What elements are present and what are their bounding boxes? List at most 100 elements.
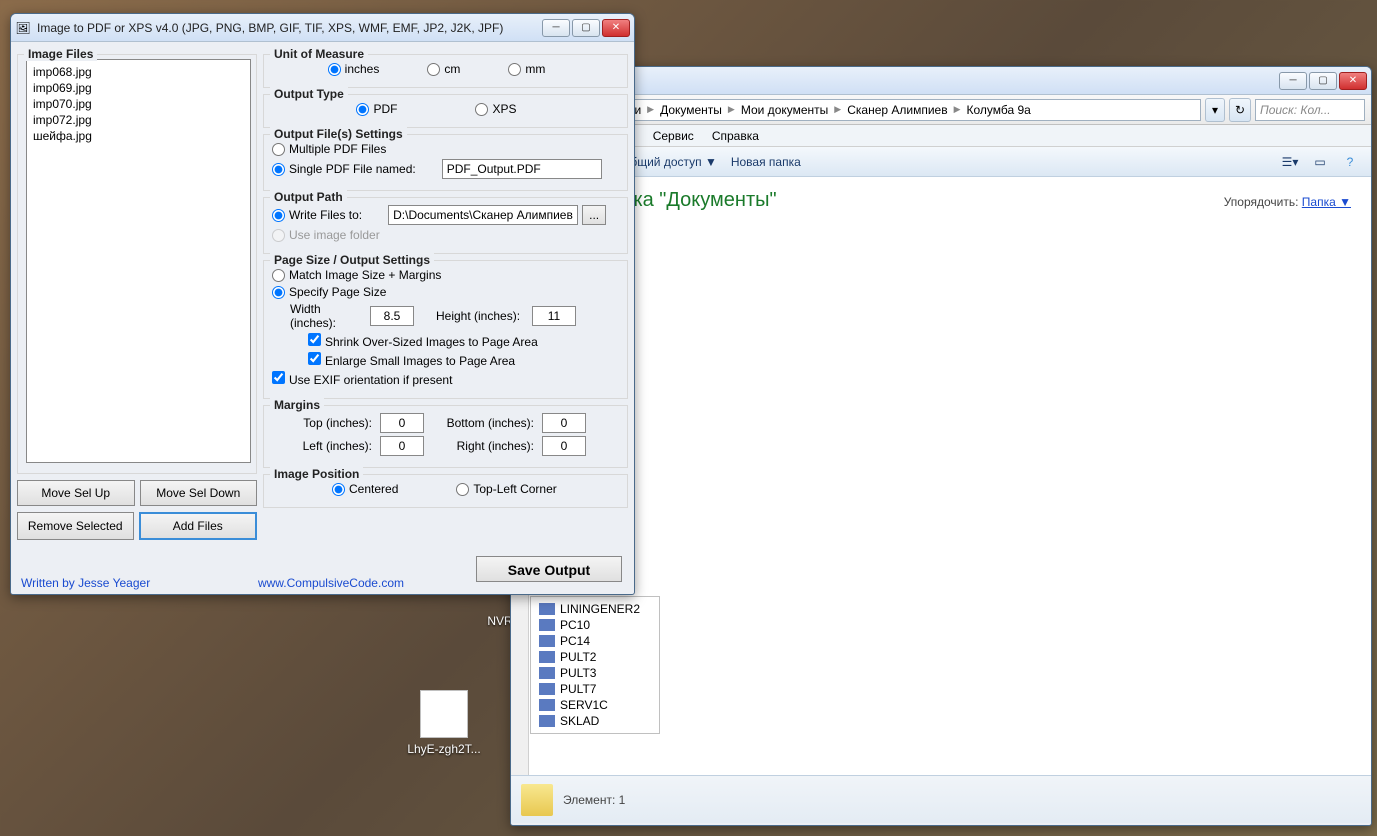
radio-multiple-pdf[interactable]: Multiple PDF Files [272, 142, 386, 156]
radio-top-left[interactable]: Top-Left Corner [456, 482, 556, 496]
radio-single-pdf[interactable]: Single PDF File named: [272, 162, 416, 176]
file-thumb [420, 690, 468, 738]
group-label: Unit of Measure [270, 47, 368, 61]
network-item[interactable]: LININGENER2 [539, 601, 651, 617]
desktop-icon-lhye[interactable]: LhyE-zgh2T... [404, 690, 484, 756]
sort-dropdown[interactable]: Папка ▼ [1302, 195, 1351, 209]
radio-match-size[interactable]: Match Image Size + Margins [272, 268, 441, 282]
radio-mm[interactable]: mm [508, 62, 545, 76]
group-page-size: Page Size / Output Settings Match Image … [263, 260, 628, 399]
network-item[interactable]: PULT7 [539, 681, 651, 697]
breadcrumb[interactable]: иблиотеки▶ Документы▶ Мои документы▶ Ска… [577, 99, 1201, 121]
margin-left-input[interactable] [380, 436, 424, 456]
margin-top-label: Top (inches): [272, 416, 372, 430]
network-item[interactable]: PULT3 [539, 665, 651, 681]
move-down-button[interactable]: Move Sel Down [140, 480, 258, 506]
margin-bottom-input[interactable] [542, 413, 586, 433]
width-input[interactable] [370, 306, 414, 326]
sort-label: Упорядочить: [1224, 195, 1299, 209]
save-output-button[interactable]: Save Output [476, 556, 622, 582]
remove-selected-button[interactable]: Remove Selected [17, 512, 134, 540]
checkbox-shrink[interactable]: Shrink Over-Sized Images to Page Area [308, 333, 538, 349]
group-label: Page Size / Output Settings [270, 253, 434, 267]
maximize-button[interactable]: ▢ [572, 19, 600, 37]
folder-status-icon [521, 784, 553, 816]
radio-label: Multiple PDF Files [289, 142, 386, 156]
browse-button[interactable]: ... [582, 205, 606, 225]
menu-help[interactable]: Справка [712, 129, 759, 143]
app-titlebar[interactable]: 🖼 Image to PDF or XPS v4.0 (JPG, PNG, BM… [11, 14, 634, 42]
network-item[interactable]: SKLAD [539, 713, 651, 729]
menu-service[interactable]: Сервис [653, 129, 694, 143]
list-item[interactable]: imp072.jpg [31, 112, 246, 128]
radio-centered[interactable]: Centered [332, 482, 398, 496]
output-path-input[interactable] [388, 205, 578, 225]
list-item[interactable]: imp070.jpg [31, 96, 246, 112]
radio-pdf[interactable]: PDF [356, 102, 397, 116]
radio-label: inches [345, 62, 380, 76]
list-item[interactable]: imp069.jpg [31, 80, 246, 96]
file-list[interactable]: imp068.jpg imp069.jpg imp070.jpg imp072.… [26, 59, 251, 463]
checkbox-enlarge[interactable]: Enlarge Small Images to Page Area [308, 352, 515, 368]
breadcrumb-seg[interactable]: Документы [660, 103, 722, 117]
network-item[interactable]: PC14 [539, 633, 651, 649]
network-label: PC10 [560, 618, 590, 632]
minimize-button[interactable]: ─ [1279, 72, 1307, 90]
app-window: 🖼 Image to PDF or XPS v4.0 (JPG, PNG, BM… [10, 13, 635, 595]
close-button[interactable]: ✕ [1339, 72, 1367, 90]
toolbar-share[interactable]: Общий доступ ▼ [621, 155, 717, 169]
radio-specify-size[interactable]: Specify Page Size [272, 285, 386, 299]
margin-top-input[interactable] [380, 413, 424, 433]
group-label: Margins [270, 398, 324, 412]
move-up-button[interactable]: Move Sel Up [17, 480, 135, 506]
height-input[interactable] [532, 306, 576, 326]
chevron-right-icon: ▶ [647, 104, 654, 115]
computer-icon [539, 635, 555, 647]
checkbox-label: Shrink Over-Sized Images to Page Area [325, 335, 538, 349]
help-button[interactable]: ? [1339, 151, 1361, 173]
radio-cm[interactable]: cm [427, 62, 460, 76]
preview-pane-button[interactable]: ▭ [1309, 151, 1331, 173]
radio-xps[interactable]: XPS [475, 102, 516, 116]
explorer-statusbar: Элемент: 1 [511, 775, 1371, 823]
explorer-toolbar: Общий доступ ▼ Новая папка ☰▾ ▭ ? [511, 147, 1371, 177]
website-link[interactable]: www.CompulsiveCode.com [258, 576, 404, 590]
list-item[interactable]: imp068.jpg [31, 64, 246, 80]
margin-right-input[interactable] [542, 436, 586, 456]
maximize-button[interactable]: ▢ [1309, 72, 1337, 90]
search-input[interactable]: Поиск: Кол... [1255, 99, 1365, 121]
network-item[interactable]: SERV1C [539, 697, 651, 713]
explorer-titlebar[interactable]: 📁 ─ ▢ ✕ [511, 67, 1371, 95]
checkbox-exif[interactable]: Use EXIF orientation if present [272, 371, 452, 387]
list-item[interactable]: шейфа.jpg [31, 128, 246, 144]
refresh-button[interactable]: ↻ [1229, 98, 1251, 122]
group-image-files: Image Files imp068.jpg imp069.jpg imp070… [17, 54, 257, 474]
breadcrumb-seg[interactable]: Мои документы [741, 103, 828, 117]
width-label: Width (inches): [290, 302, 370, 330]
radio-label: Write Files to: [289, 208, 362, 222]
margin-right-label: Right (inches): [424, 439, 534, 453]
add-files-button[interactable]: Add Files [139, 512, 258, 540]
breadcrumb-dropdown[interactable]: ▾ [1205, 98, 1225, 122]
computer-icon [539, 619, 555, 631]
close-button[interactable]: ✕ [602, 19, 630, 37]
toolbar-newfolder[interactable]: Новая папка [731, 155, 801, 169]
pdf-name-input[interactable] [442, 159, 602, 179]
author-link[interactable]: Written by Jesse Yeager [21, 576, 150, 590]
view-options-button[interactable]: ☰▾ [1279, 151, 1301, 173]
group-label: Image Position [270, 467, 363, 481]
network-label: PULT3 [560, 666, 596, 680]
breadcrumb-seg[interactable]: Колумба 9а [967, 103, 1031, 117]
radio-inches[interactable]: inches [328, 62, 380, 76]
breadcrumb-seg[interactable]: Сканер Алимпиев [847, 103, 947, 117]
status-text: Элемент: 1 [563, 793, 625, 807]
group-output-type: Output Type PDF XPS [263, 94, 628, 128]
radio-label: Top-Left Corner [473, 482, 556, 496]
minimize-button[interactable]: ─ [542, 19, 570, 37]
group-output-file-settings: Output File(s) Settings Multiple PDF Fil… [263, 134, 628, 191]
network-item[interactable]: PC10 [539, 617, 651, 633]
computer-icon [539, 699, 555, 711]
network-item[interactable]: PULT2 [539, 649, 651, 665]
radio-use-image-folder[interactable]: Use image folder [272, 228, 380, 242]
radio-write-files-to[interactable]: Write Files to: [272, 208, 362, 222]
